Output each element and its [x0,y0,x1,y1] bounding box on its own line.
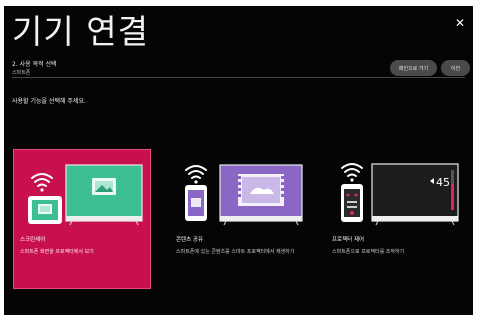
step-label: 2. 사용 목적 선택 [12,61,57,68]
instruction-text: 사용할 기능을 선택해 주세요. [12,98,86,105]
substep-label: 스마트폰 [12,70,31,76]
option-description: 스마트폰으로 프로젝터를 조작하기 [332,249,405,255]
prev-button[interactable]: 이전 [441,60,470,76]
option-title: 콘텐츠 공유 [176,237,204,243]
option-card-screen-share[interactable]: 스크린셰어 스마트폰 화면을 프로젝터에서 보기 [13,149,151,289]
option-card-projector-control[interactable]: 45 프로젝터 제어 스마트폰으로 프로젝터를 조작하기 [326,150,462,288]
screen-share-icon [28,164,143,226]
option-card-content-share[interactable]: 콘텐츠 공유 스마트폰에 있는 콘텐츠를 스마트 프로젝터에서 재생하기 [170,150,306,288]
volume-level: 45 [436,176,450,189]
device-connect-screen: 기기 연결 ✕ 2. 사용 목적 선택 스마트폰 메인으로 가기 이전 사용할 … [4,6,473,315]
projector-control-icon: 45 [341,163,459,226]
header-divider [12,77,465,78]
content-share-icon [185,164,303,226]
option-title: 스크린셰어 [20,237,46,243]
option-title: 프로젝터 제어 [332,237,365,243]
option-description: 스마트폰에 있는 콘텐츠를 스마트 프로젝터에서 재생하기 [176,249,295,255]
home-button[interactable]: 메인으로 가기 [390,60,437,76]
option-description: 스마트폰 화면을 프로젝터에서 보기 [20,249,94,255]
close-icon[interactable]: ✕ [455,16,465,30]
page-title: 기기 연결 [12,12,149,51]
